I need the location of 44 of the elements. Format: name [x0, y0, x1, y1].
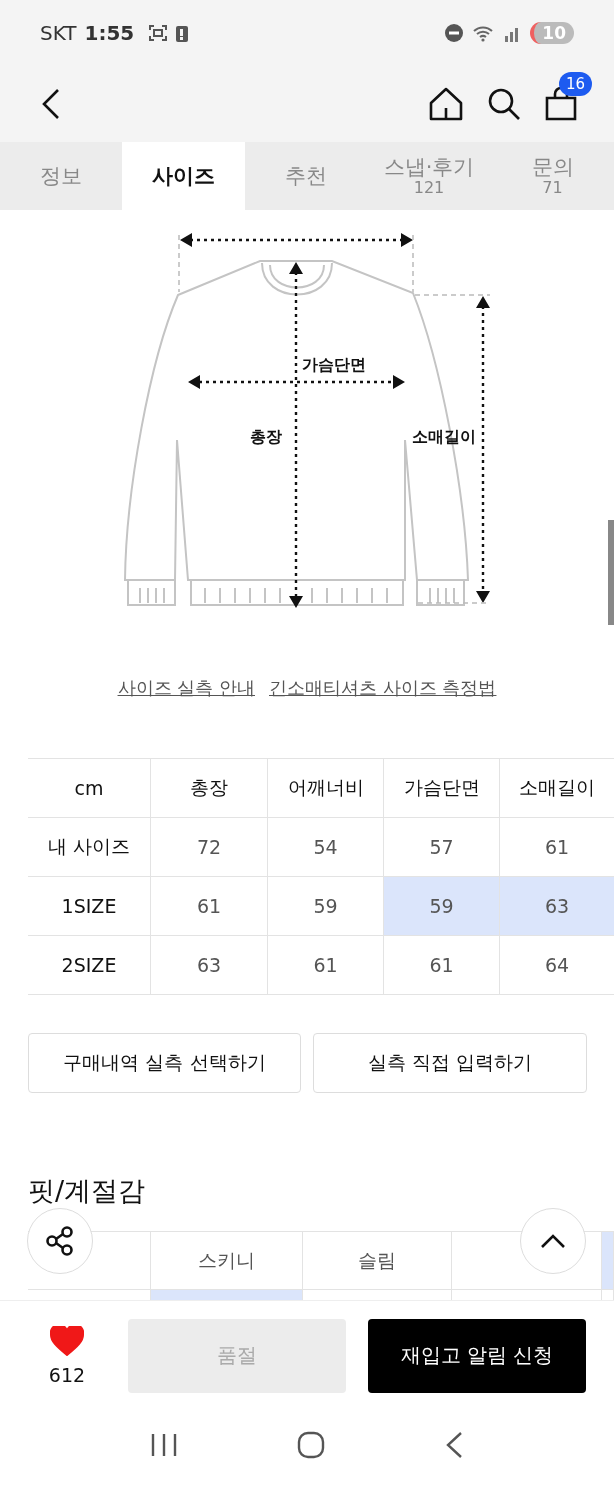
- column-header: cm: [28, 759, 151, 817]
- table-cell: 1SIZE: [28, 877, 151, 935]
- measure-button[interactable]: 구매내역 실측 선택하기: [28, 1033, 301, 1093]
- table-cell: 61: [268, 936, 384, 994]
- heart-icon[interactable]: [50, 1325, 84, 1356]
- column-header: 소매길이: [518, 775, 596, 800]
- table-cell: 61: [384, 936, 500, 994]
- home-button-icon[interactable]: [296, 1430, 326, 1460]
- table-cell: 72: [151, 818, 268, 876]
- measure-button[interactable]: 실측 직접 입력하기: [313, 1033, 587, 1093]
- measurement-label: 총장: [250, 427, 282, 446]
- table-cell: 63: [151, 936, 268, 994]
- clock-time: 1:55: [84, 20, 135, 45]
- table-cell: 61: [151, 877, 268, 935]
- table-cell: 내 사이즈: [28, 818, 151, 876]
- battery-alert-icon: [176, 23, 189, 42]
- cart-count-badge: 16: [558, 71, 592, 96]
- column-header: 총장: [151, 759, 268, 817]
- column-header: 어깨너비: [268, 759, 384, 817]
- table-cell: 57: [384, 818, 500, 876]
- table-cell: 스키니: [151, 1232, 303, 1289]
- table-cell: 2SIZE: [28, 936, 151, 994]
- section-title: 핏/계절감: [28, 1174, 147, 1208]
- home-icon[interactable]: [428, 85, 464, 122]
- do-not-disturb-icon: [444, 22, 465, 43]
- tab[interactable]: 사이즈: [122, 142, 245, 210]
- measurement-label: 소매길이: [412, 427, 476, 446]
- guide-link[interactable]: 긴소매티셔츠 사이즈 측정법: [269, 676, 497, 758]
- table-cell: 54: [268, 818, 384, 876]
- table-cell: 슬림: [303, 1232, 452, 1289]
- column-header: 가슴단면: [384, 759, 500, 817]
- guide-link[interactable]: 사이즈 실측 안내: [117, 676, 255, 758]
- screenshot-icon: [148, 23, 169, 42]
- battery-level: 10: [530, 21, 574, 44]
- table-cell-text: 64: [543, 953, 571, 978]
- table-cell-text: 61: [543, 835, 571, 860]
- restock-alert-button[interactable]: 재입고 알림 신청: [368, 1318, 586, 1393]
- measurement-label: 가슴단면: [302, 355, 366, 374]
- carrier-name: SKT: [40, 20, 77, 45]
- back-icon[interactable]: [40, 87, 62, 120]
- like-count: 612: [48, 1363, 86, 1386]
- chevron-up-icon: [539, 1232, 567, 1250]
- table-cell: 63: [500, 877, 614, 935]
- table-cell: 59: [384, 877, 500, 935]
